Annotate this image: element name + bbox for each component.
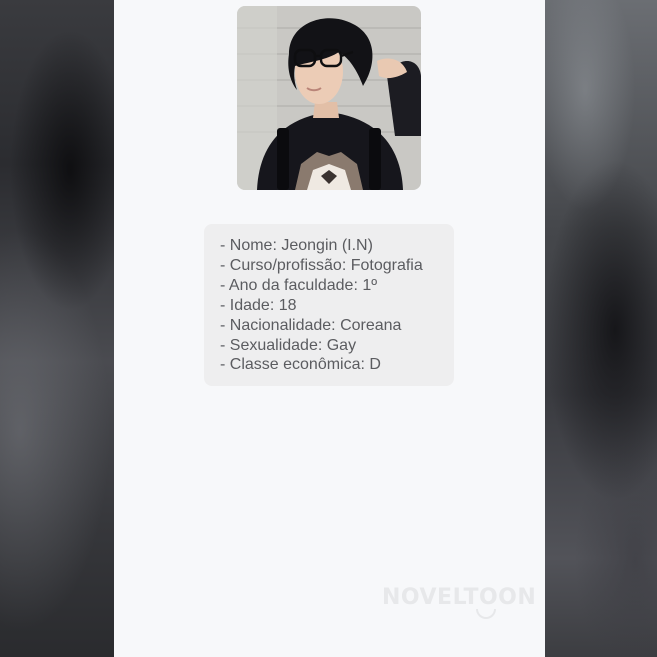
field-name: - Nome: Jeongin (I.N) (220, 237, 373, 254)
field-course: - Curso/profissão: Fotografia (220, 256, 423, 274)
profile-photo (237, 6, 421, 190)
field-nationality: - Nacionalidade: Coreana (220, 316, 402, 334)
content-panel: - Nome: Jeongin (I.N) - Curso/profissão:… (114, 0, 545, 657)
profile-info-card: - Nome: Jeongin (I.N) - Curso/profissão:… (204, 224, 454, 386)
blurred-backdrop-left (0, 0, 114, 657)
profile-fields-list: - Nome: Jeongin (I.N) - Curso/profissão:… (220, 236, 454, 375)
watermark-text: NOVELTOON (382, 585, 537, 610)
noveltoon-watermark: NOVELTOON (382, 585, 536, 619)
field-age: - Idade: 18 (220, 296, 297, 314)
blurred-backdrop-right (545, 0, 657, 657)
field-college-year: - Ano da faculdade: 1º (220, 276, 378, 294)
field-sexuality: - Sexualidade: Gay (220, 336, 357, 354)
field-economic-class: - Classe econômica: D (220, 356, 381, 374)
watermark-smile-icon (476, 609, 496, 619)
profile-photo-illustration (237, 6, 421, 190)
